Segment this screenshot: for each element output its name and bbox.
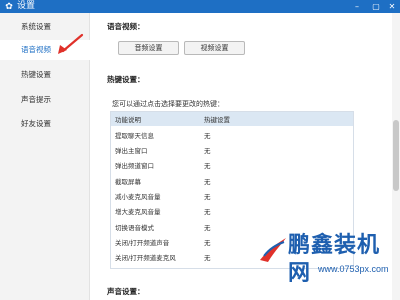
watermark-name: 鹏鑫装机网 — [288, 233, 381, 286]
row-function: 弹出主窗口 — [115, 147, 148, 155]
table-row[interactable]: 弹出频道窗口 无 — [111, 157, 353, 172]
row-function: 增大麦克风音量 — [115, 208, 161, 216]
video-settings-button[interactable]: 视频设置 — [184, 41, 245, 55]
row-hotkey: 无 — [204, 224, 211, 232]
row-hotkey: 无 — [204, 147, 211, 155]
settings-gear-icon: ✿ — [5, 2, 13, 12]
hotkeys-description: 您可以通过点击选择要更改的热键： — [112, 100, 224, 108]
sidebar-item-sound[interactable]: 声音提示 — [0, 90, 90, 110]
title-bar: ✿ 设置 – ▢ ✕ — [0, 0, 400, 13]
annotation-arrow-icon — [58, 33, 84, 54]
close-icon[interactable]: ✕ — [384, 0, 400, 13]
settings-sidebar: 系统设置 语音视频 热键设置 声音提示 好友设置 — [0, 13, 90, 300]
row-hotkey: 无 — [204, 178, 211, 186]
row-hotkey: 无 — [204, 208, 211, 216]
row-function: 提取聊天信息 — [115, 132, 154, 140]
scrollbar-thumb[interactable] — [393, 120, 399, 191]
table-row[interactable]: 提取聊天信息 无 — [111, 127, 353, 142]
row-hotkey: 无 — [204, 239, 211, 247]
column-header-hotkey: 热键设置 — [204, 116, 230, 124]
row-hotkey: 无 — [204, 132, 211, 140]
table-row[interactable]: 减小麦克风音量 无 — [111, 188, 353, 203]
row-hotkey: 无 — [204, 162, 211, 170]
row-function: 关闭/打开频道声音 — [115, 239, 170, 247]
watermark-logo-icon — [260, 238, 286, 262]
maximize-icon[interactable]: ▢ — [368, 0, 384, 13]
sound-section-title: 声音设置： — [107, 287, 145, 296]
voice-video-section-title: 语音视频： — [107, 22, 145, 31]
sidebar-item-friends[interactable]: 好友设置 — [0, 114, 90, 134]
row-function: 切换语音模式 — [115, 224, 154, 232]
table-row[interactable]: 弹出主窗口 无 — [111, 142, 353, 157]
table-row[interactable]: 截取屏幕 无 — [111, 173, 353, 188]
row-function: 减小麦克风音量 — [115, 193, 161, 201]
row-hotkey: 无 — [204, 193, 211, 201]
watermark-url: www.0753px.com — [318, 264, 389, 274]
hotkeys-section-title: 热键设置： — [107, 75, 145, 84]
row-function: 弹出频道窗口 — [115, 162, 154, 170]
table-row[interactable]: 增大麦克风音量 无 — [111, 203, 353, 218]
column-header-function: 功能说明 — [115, 116, 141, 124]
row-function: 关闭/打开频道麦克风 — [115, 254, 176, 262]
audio-settings-button[interactable]: 音频设置 — [118, 41, 179, 55]
site-watermark: 鹏鑫装机网 www.0753px.com — [258, 230, 400, 300]
row-hotkey: 无 — [204, 254, 211, 262]
hotkey-table-header: 功能说明 热键设置 — [111, 112, 353, 126]
row-function: 截取屏幕 — [115, 178, 141, 186]
minimize-icon[interactable]: – — [349, 0, 365, 13]
window-title: 设置 — [17, 1, 36, 11]
sidebar-item-hotkeys[interactable]: 热键设置 — [0, 65, 90, 85]
